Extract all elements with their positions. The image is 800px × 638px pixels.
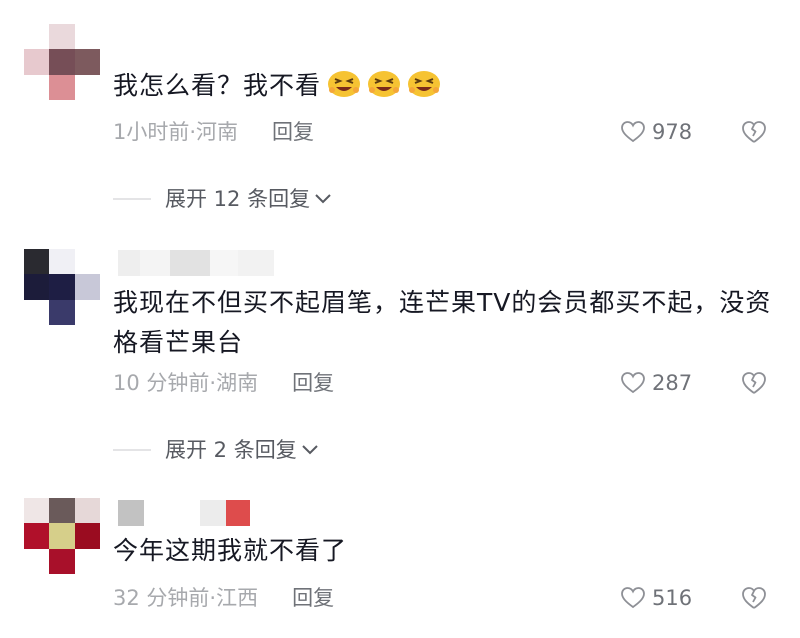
username-blurred[interactable] xyxy=(118,500,250,526)
reply-button[interactable]: 回复 xyxy=(272,117,314,147)
comment-meta: 10 分钟前·湖南 回复 xyxy=(113,368,334,398)
heart-outline-icon xyxy=(621,121,645,143)
expand-replies-button[interactable]: 展开 12 条回复 xyxy=(113,184,332,214)
like-button[interactable]: 978 xyxy=(620,117,692,147)
heart-outline-icon xyxy=(621,372,645,394)
grinning-wink-emoji xyxy=(368,71,401,97)
reply-button[interactable]: 回复 xyxy=(292,583,334,613)
comment-meta: 32 分钟前·江西 回复 xyxy=(113,583,334,613)
like-count: 287 xyxy=(652,371,693,395)
broken-heart-icon xyxy=(742,372,766,394)
reply-button[interactable]: 回复 xyxy=(292,368,334,398)
like-count: 978 xyxy=(652,120,693,144)
username-blurred[interactable] xyxy=(118,250,274,276)
grinning-wink-emoji xyxy=(408,71,441,97)
broken-heart-icon xyxy=(742,121,766,143)
dislike-button[interactable] xyxy=(740,119,768,149)
comment-meta: 1小时前·河南 回复 xyxy=(113,117,314,147)
expand-replies-button[interactable]: 展开 2 条回复 xyxy=(113,435,319,465)
divider xyxy=(113,198,151,200)
avatar[interactable] xyxy=(24,249,100,325)
divider xyxy=(113,449,151,451)
time-location: 32 分钟前·江西 xyxy=(113,586,259,610)
heart-outline-icon xyxy=(621,587,645,609)
dislike-button[interactable] xyxy=(740,585,768,615)
avatar[interactable] xyxy=(24,498,100,574)
comment-text: 我怎么看？我不看 xyxy=(113,66,773,106)
like-count: 516 xyxy=(652,586,693,610)
comment-text: 今年这期我就不看了 xyxy=(113,536,348,565)
expand-label: 展开 12 条回复 xyxy=(165,187,311,211)
time-location: 10 分钟前·湖南 xyxy=(113,371,259,395)
dislike-button[interactable] xyxy=(740,370,768,400)
chevron-down-icon xyxy=(315,194,331,204)
time-location: 1小时前·河南 xyxy=(113,120,239,144)
like-button[interactable]: 287 xyxy=(620,368,692,398)
comment-text: 我现在不但买不起眉笔，连芒果TV的会员都买不起，没资格看芒果台 xyxy=(113,288,772,357)
avatar[interactable] xyxy=(24,24,100,100)
broken-heart-icon xyxy=(742,587,766,609)
like-button[interactable]: 516 xyxy=(620,583,692,613)
chevron-down-icon xyxy=(302,445,318,455)
expand-label: 展开 2 条回复 xyxy=(165,438,297,462)
grinning-wink-emoji xyxy=(328,71,361,97)
